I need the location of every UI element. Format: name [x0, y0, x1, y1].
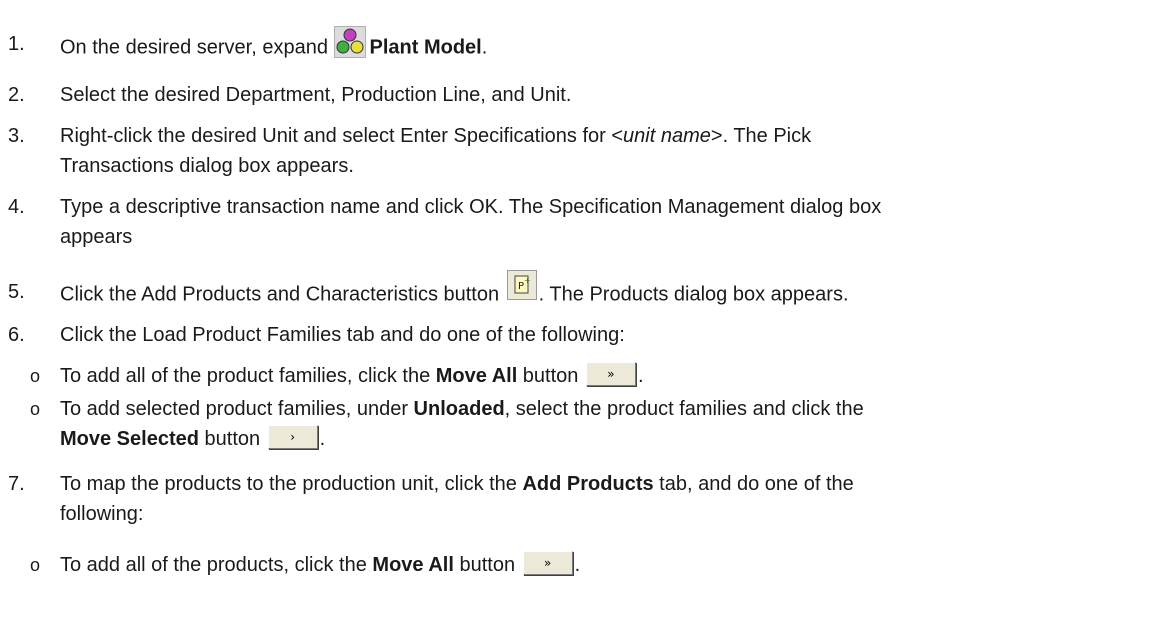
- step-text: On the desired server, expand Plant Mode…: [60, 26, 487, 64]
- step-number: 4.: [8, 196, 25, 218]
- move-selected-button-image: ›: [267, 424, 318, 449]
- bullet: o: [30, 555, 41, 575]
- add-products-characteristics-icon: P +: [506, 270, 537, 300]
- step-number: 6.: [8, 324, 25, 346]
- plant-model-icon: [333, 26, 366, 58]
- step-number: 5.: [8, 281, 25, 303]
- bullet: o: [30, 399, 41, 419]
- step-text: Type a descriptive transaction name and …: [60, 196, 882, 218]
- svg-text:+: +: [524, 276, 531, 285]
- step-number: 1.: [8, 33, 25, 55]
- plant-model-label: Plant Model: [369, 36, 482, 59]
- step-number: 2.: [8, 84, 25, 106]
- move-all-button-image: »: [585, 361, 636, 386]
- step-text: Select the desired Department, Productio…: [60, 84, 572, 106]
- help-page: { "steps": [ {"num": "1.", "pre": "On th…: [0, 0, 1171, 635]
- step-number: 7.: [8, 473, 25, 495]
- step-text: Click the Add Products and Characteristi…: [60, 270, 849, 310]
- step-text: Right-click the desired Unit and select …: [60, 125, 812, 147]
- step-number: 3.: [8, 125, 25, 147]
- step-text: To map the products to the production un…: [60, 473, 854, 495]
- move-all-button-image: »: [522, 550, 573, 575]
- step-text: Click the Load Product Families tab and …: [60, 324, 625, 346]
- bullet: o: [30, 366, 41, 386]
